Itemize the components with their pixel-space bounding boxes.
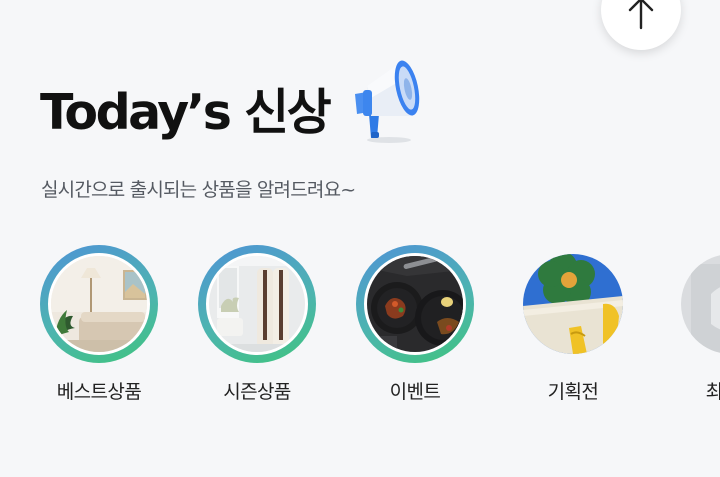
category-thumbnail-beach-towel [523,254,623,354]
category-label: 베스트상품 [56,381,142,403]
section-header: Today’s 신상 [40,60,421,146]
category-ring [40,245,158,363]
category-event[interactable]: 이벤트 [356,245,474,404]
scroll-to-top-button[interactable] [601,0,681,50]
section-title: Today’s 신상 [40,83,332,141]
category-label: 기획전 [547,381,599,403]
category-ring [356,245,474,363]
arrow-up-icon [628,0,654,30]
category-thumbnail-living-room [48,253,150,355]
category-label: 시즌상품 [223,381,291,403]
new-arrivals-section: Today’s 신상 실시간으로 출시되는 상품을 알려드려요~ 베스트상품 시… [0,0,720,477]
category-ring [198,245,316,363]
category-season[interactable]: 시즌상품 [198,245,316,404]
category-ring [514,245,632,363]
megaphone-icon [355,60,420,143]
category-best[interactable]: 베스트상품 [40,245,158,404]
category-thumbnail-recent [681,254,720,354]
category-exhibition[interactable]: 기획전 [514,245,632,404]
category-label: 최근구 [705,381,720,403]
section-subtitle: 실시간으로 출시되는 상품을 알려드려요~ [41,179,356,201]
category-thumbnail-food-plates [364,253,466,355]
category-ring [672,245,720,363]
category-label: 이벤트 [389,381,441,403]
category-recent[interactable]: 최근구 [672,245,720,404]
category-thumbnail-air-purifier [206,253,308,355]
